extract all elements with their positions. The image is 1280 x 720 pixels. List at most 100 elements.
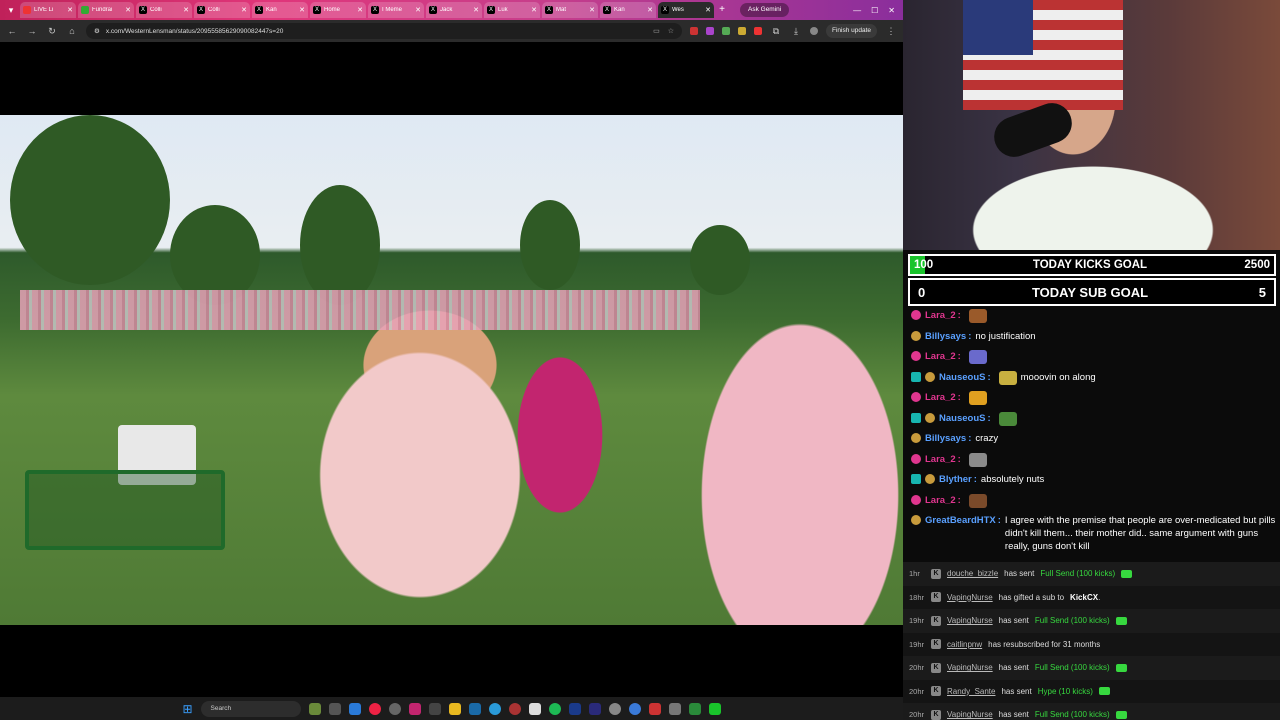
app-icon[interactable] <box>568 702 581 715</box>
activity-user[interactable]: douche_bizzle <box>947 569 998 578</box>
extension-icon[interactable] <box>721 27 730 35</box>
app-icon[interactable] <box>628 702 641 715</box>
close-tab-icon[interactable]: ✕ <box>647 6 653 14</box>
app-icon[interactable] <box>608 702 621 715</box>
close-tab-icon[interactable]: ✕ <box>357 6 363 14</box>
extension-icon[interactable] <box>705 27 714 35</box>
cast-icon[interactable]: ▭ <box>653 27 660 35</box>
app-icon[interactable] <box>408 702 421 715</box>
profile-avatar[interactable] <box>809 27 818 35</box>
activity-kicks: Full Send (100 kicks) <box>1034 710 1110 720</box>
activity-user[interactable]: caitlinpnw <box>947 640 982 649</box>
browser-tab[interactable]: X Colli ✕ <box>194 2 250 18</box>
browser-tab[interactable]: X Kan ✕ <box>600 2 656 18</box>
home-icon[interactable]: ⌂ <box>66 26 78 36</box>
site-info-icon[interactable]: ⚙ <box>94 27 100 35</box>
browser-tab[interactable]: X Jack ✕ <box>426 2 482 18</box>
menu-kebab-icon[interactable]: ⋮ <box>885 26 897 37</box>
browser-tab[interactable]: LIVE Li ✕ <box>20 2 76 18</box>
close-tab-icon[interactable]: ✕ <box>705 6 711 14</box>
chat-feed: Lara_2: Billysays: no justification Lara_2:… <box>911 306 1277 556</box>
edge-icon[interactable] <box>348 702 361 715</box>
app-icon[interactable] <box>308 702 321 715</box>
kick-icon[interactable] <box>708 702 721 715</box>
task-view-icon[interactable] <box>328 702 341 715</box>
video-player[interactable] <box>0 42 903 697</box>
app-icon[interactable] <box>388 702 401 715</box>
chat-username[interactable]: Lara_2 <box>925 494 956 507</box>
activity-item: 20hr K VapingNurse has sent Full Send (100 k… <box>903 703 1280 720</box>
chat-username[interactable]: Billysays <box>925 330 966 343</box>
chat-username[interactable]: Billysays <box>925 432 966 445</box>
close-tab-icon[interactable]: ✕ <box>531 6 537 14</box>
app-icon[interactable] <box>508 702 521 715</box>
activity-user[interactable]: Randy_Sante <box>947 687 995 696</box>
browser-tab[interactable]: X Kan ✕ <box>252 2 308 18</box>
browser-tab[interactable]: X Mat ✕ <box>542 2 598 18</box>
new-tab-button[interactable]: + <box>716 4 728 16</box>
activity-text: has sent <box>1004 569 1035 579</box>
chat-username[interactable]: GreatBeardHTX <box>925 514 996 527</box>
app-icon[interactable] <box>528 702 541 715</box>
activity-user[interactable]: VapingNurse <box>947 710 993 719</box>
chrome-icon[interactable] <box>368 702 381 715</box>
close-tab-icon[interactable]: ✕ <box>589 6 595 14</box>
taskbar-search[interactable]: Search <box>200 700 301 717</box>
chat-username[interactable]: Blyther <box>939 473 972 486</box>
forward-icon[interactable]: → <box>26 26 38 36</box>
browser-tab[interactable]: X Luk ✕ <box>484 2 540 18</box>
browser-tab[interactable]: X Colli ✕ <box>136 2 192 18</box>
browser-tab[interactable]: X Home ✕ <box>310 2 366 18</box>
extensions-puzzle-icon[interactable]: ⧉ <box>770 26 782 37</box>
chat-username[interactable]: Lara_2 <box>925 350 956 363</box>
chat-username[interactable]: Lara_2 <box>925 391 956 404</box>
video-frame[interactable] <box>0 115 903 625</box>
close-tab-icon[interactable]: ✕ <box>125 6 131 14</box>
app-icon[interactable] <box>688 702 701 715</box>
tree <box>690 225 750 295</box>
extension-icon[interactable] <box>689 27 698 35</box>
chat-username[interactable]: NauseouS <box>939 412 985 425</box>
chat-username[interactable]: NauseouS <box>939 371 985 384</box>
browser-tab[interactable]: XI Meme ✕ <box>368 2 424 18</box>
minimize-icon[interactable]: — <box>853 6 861 15</box>
sub-goal-label: TODAY SUB GOAL <box>1031 284 1149 300</box>
windows-start-icon[interactable]: ⊞ <box>182 702 192 716</box>
reload-icon[interactable]: ↻ <box>46 26 58 37</box>
activity-user[interactable]: VapingNurse <box>947 616 993 625</box>
file-explorer-icon[interactable] <box>448 702 461 715</box>
premiere-icon[interactable] <box>588 702 601 715</box>
close-tab-icon[interactable]: ✕ <box>67 6 73 14</box>
close-tab-icon[interactable]: ✕ <box>473 6 479 14</box>
extension-icon[interactable] <box>753 27 762 35</box>
app-icon[interactable] <box>668 702 681 715</box>
app-icon[interactable] <box>428 702 441 715</box>
extension-icon[interactable] <box>737 27 746 35</box>
tab-search-icon[interactable]: ▾ <box>4 3 18 17</box>
bookmark-star-icon[interactable]: ☆ <box>668 27 674 35</box>
chat-username[interactable]: Lara_2 <box>925 309 956 322</box>
activity-user[interactable]: VapingNurse <box>947 663 993 672</box>
x-logo-icon: X <box>429 6 437 14</box>
chat-username[interactable]: Lara_2 <box>925 453 956 466</box>
close-tab-icon[interactable]: ✕ <box>241 6 247 14</box>
close-tab-icon[interactable]: ✕ <box>415 6 421 14</box>
address-bar[interactable]: ⚙ x.com/WesternLensman/status/2095558562… <box>86 23 682 39</box>
app-icon[interactable] <box>488 702 501 715</box>
maximize-icon[interactable]: ☐ <box>871 6 878 15</box>
browser-tab[interactable]: X Wes ✕ <box>658 2 714 18</box>
spotify-icon[interactable] <box>548 702 561 715</box>
steam-icon[interactable] <box>468 702 481 715</box>
close-tab-icon[interactable]: ✕ <box>299 6 305 14</box>
map-pin-icon[interactable] <box>648 702 661 715</box>
emote-icon <box>968 309 987 323</box>
ask-gemini-button[interactable]: Ask Gemini <box>740 3 790 17</box>
activity-user[interactable]: VapingNurse <box>947 593 993 602</box>
back-icon[interactable]: ← <box>6 26 18 36</box>
close-window-icon[interactable]: ✕ <box>888 6 895 15</box>
downloads-icon[interactable]: ⤓ <box>790 26 802 37</box>
finish-update-button[interactable]: Finish update <box>825 24 877 38</box>
close-tab-icon[interactable]: ✕ <box>183 6 189 14</box>
activity-text: has gifted a sub to <box>998 592 1065 602</box>
browser-tab[interactable]: Fundrai ✕ <box>78 2 134 18</box>
